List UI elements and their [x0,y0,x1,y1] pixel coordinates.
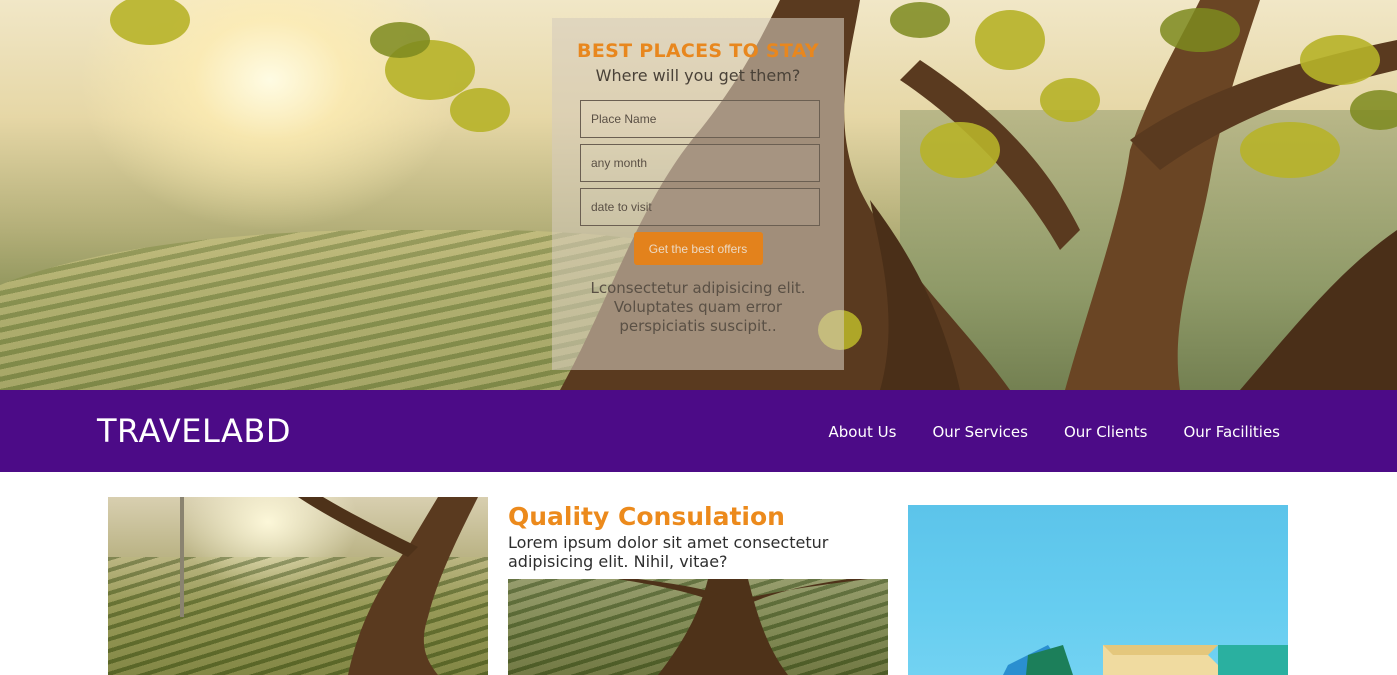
feature-title: Quality Consulation [508,502,785,531]
vineyard-tree-image-2 [508,579,888,675]
month-input[interactable] [580,144,820,182]
nav-link-about-us[interactable]: About Us [829,423,897,441]
tree-photo-shape [618,579,868,675]
offer-subheading: Where will you get them? [595,66,801,85]
offer-form [552,100,844,226]
feature-card: Quality Consulation Lorem ipsum dolor si… [508,502,888,571]
blue-products-image [908,505,1288,675]
main-navbar: TRAVELABD About Us Our Services Our Clie… [0,390,1397,472]
visit-date-input[interactable] [580,188,820,226]
vineyard-tree-image [108,497,488,675]
offer-search-panel: BEST PLACES TO STAY Where will you get t… [552,18,844,370]
get-offers-button[interactable]: Get the best offers [633,232,763,265]
tree-photo-shape [180,497,478,675]
place-name-input[interactable] [580,100,820,138]
feature-text: Lorem ipsum dolor sit amet consectetur a… [508,533,829,571]
products-photo-shape [1003,645,1288,675]
nav-link-our-services[interactable]: Our Services [932,423,1028,441]
offer-heading: BEST PLACES TO STAY [577,40,819,62]
brand-logo[interactable]: TRAVELABD [97,412,291,450]
hero-banner: BEST PLACES TO STAY Where will you get t… [0,0,1397,390]
offer-description: Lconsectetur adipisicing elit. Voluptate… [590,279,806,335]
nav-link-our-facilities[interactable]: Our Facilities [1183,423,1280,441]
nav-links: About Us Our Services Our Clients Our Fa… [829,423,1280,441]
nav-link-our-clients[interactable]: Our Clients [1064,423,1148,441]
